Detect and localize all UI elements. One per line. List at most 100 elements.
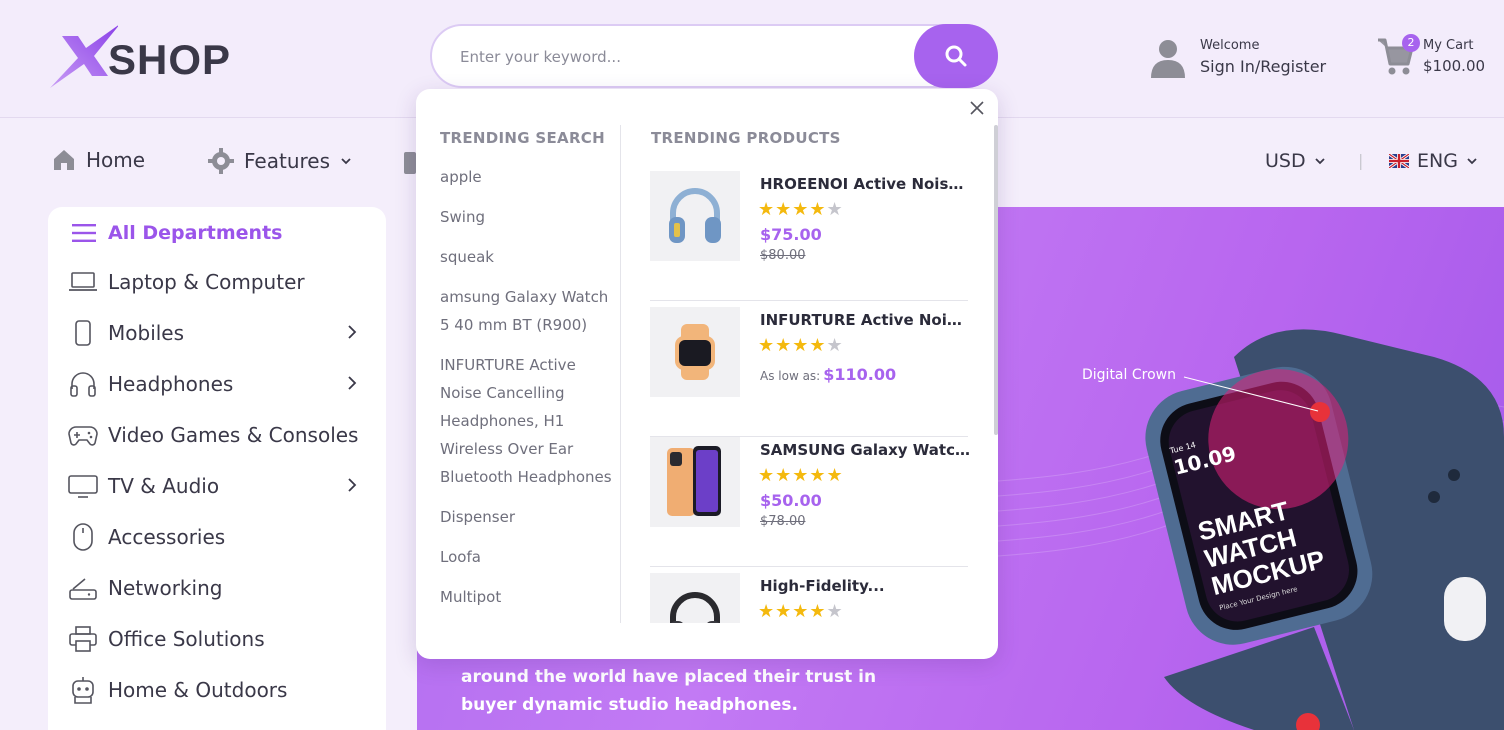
chevron-right-icon bbox=[348, 478, 357, 492]
phone-product-icon bbox=[650, 437, 740, 527]
trending-search-term[interactable]: INFURTURE Active Noise Cancelling Headph… bbox=[440, 351, 622, 491]
user-icon bbox=[1151, 40, 1185, 78]
robot-icon bbox=[68, 675, 98, 705]
trending-search-term[interactable]: Swing bbox=[440, 203, 622, 231]
department-label: Networking bbox=[108, 576, 223, 600]
site-logo[interactable]: SHOP bbox=[48, 22, 238, 92]
trending-search-title: TRENDING SEARCH bbox=[440, 129, 605, 147]
trending-search-list: apple Swing squeak amsung Galaxy Watch 5… bbox=[440, 163, 622, 625]
nav-features-label: Features bbox=[244, 149, 330, 173]
department-label: Video Games & Consoles bbox=[108, 423, 359, 447]
department-label: Headphones bbox=[108, 372, 234, 396]
welcome-text: Welcome bbox=[1200, 38, 1260, 53]
close-icon[interactable] bbox=[966, 97, 988, 119]
trending-search-term[interactable]: amsung Galaxy Watch 5 40 mm BT (R900) bbox=[440, 283, 622, 339]
chevron-down-icon bbox=[1467, 158, 1477, 165]
panel-scrollbar[interactable] bbox=[994, 125, 998, 435]
nav-separator: | bbox=[1358, 151, 1364, 170]
register-link[interactable]: Register bbox=[1260, 57, 1326, 76]
product-price: $75.00 bbox=[760, 225, 822, 244]
headphones-product-icon bbox=[650, 171, 740, 261]
department-item-video-games[interactable]: Video Games & Consoles bbox=[68, 415, 372, 455]
chevron-right-icon bbox=[348, 376, 357, 390]
department-item-home-outdoors[interactable]: Home & Outdoors bbox=[68, 670, 372, 710]
department-item-accessories[interactable]: Accessories bbox=[68, 517, 372, 557]
search-suggestions-panel: TRENDING SEARCH TRENDING PRODUCTS apple … bbox=[416, 89, 998, 659]
department-item-office[interactable]: Office Solutions bbox=[68, 619, 372, 659]
product-item[interactable]: SAMSUNG Galaxy Watch 5 ★★★★★ $50.00 $78.… bbox=[650, 437, 970, 567]
trending-search-term[interactable]: Loofa bbox=[440, 543, 622, 571]
laptop-icon bbox=[68, 267, 98, 297]
department-label: TV & Audio bbox=[108, 474, 220, 498]
printer-icon bbox=[68, 624, 98, 654]
account-link[interactable]: Welcome Sign In/Register bbox=[1150, 36, 1350, 82]
product-name[interactable]: HROEENOI Active Noise Cancelling bbox=[760, 175, 970, 193]
product-rating: ★★★★★ bbox=[758, 199, 844, 220]
department-label: Office Solutions bbox=[108, 627, 265, 651]
search-bar bbox=[430, 24, 998, 88]
column-divider bbox=[620, 125, 621, 623]
nav-features[interactable]: Features bbox=[208, 148, 352, 174]
mouse-icon bbox=[68, 522, 98, 552]
product-name[interactable]: SAMSUNG Galaxy Watch 5 bbox=[760, 441, 970, 459]
logo-text: SHOP bbox=[108, 36, 232, 83]
cart-link[interactable]: 2 My Cart $100.00 bbox=[1376, 34, 1496, 84]
search-icon bbox=[945, 45, 967, 67]
department-label: Accessories bbox=[108, 525, 226, 549]
chevron-down-icon bbox=[1314, 158, 1325, 165]
gamepad-icon bbox=[68, 420, 98, 450]
search-button[interactable] bbox=[914, 24, 998, 88]
nav-tag-icon bbox=[404, 152, 416, 174]
product-name[interactable]: INFURTURE Active Noise Cancelling bbox=[760, 311, 970, 329]
product-as-low-as: As low as: $110.00 bbox=[760, 365, 896, 384]
cart-count-badge: 2 bbox=[1402, 34, 1420, 52]
nav-home[interactable]: Home bbox=[52, 148, 145, 172]
trending-search-term[interactable]: apple bbox=[440, 163, 622, 191]
gear-icon bbox=[208, 148, 234, 174]
mobile-icon bbox=[68, 318, 98, 348]
chevron-down-icon bbox=[341, 158, 351, 165]
department-item-mobiles[interactable]: Mobiles bbox=[68, 313, 372, 353]
product-price: $50.00 bbox=[760, 491, 822, 510]
smartwatch-product-icon bbox=[650, 307, 740, 397]
department-label: Mobiles bbox=[108, 321, 185, 345]
department-item-laptop[interactable]: Laptop & Computer bbox=[68, 262, 372, 302]
search-input[interactable] bbox=[460, 44, 900, 70]
product-item[interactable]: High-Fidelity... ★★★★★ bbox=[650, 573, 968, 623]
product-rating: ★★★★★ bbox=[758, 335, 844, 356]
product-item[interactable]: INFURTURE Active Noise Cancelling ★★★★★ … bbox=[650, 307, 970, 437]
uk-flag-icon bbox=[1389, 154, 1409, 168]
product-old-price: $78.00 bbox=[760, 514, 806, 529]
trending-products-title: TRENDING PRODUCTS bbox=[651, 129, 841, 147]
product-price: $110.00 bbox=[823, 365, 897, 384]
tv-icon bbox=[68, 471, 98, 501]
nav-home-label: Home bbox=[86, 148, 146, 172]
product-rating: ★★★★★ bbox=[758, 465, 844, 486]
product-item[interactable]: HROEENOI Active Noise Cancelling ★★★★★ $… bbox=[650, 171, 970, 301]
currency-selector[interactable]: USD bbox=[1265, 150, 1326, 172]
digital-crown-label: Digital Crown bbox=[1082, 367, 1176, 383]
home-icon bbox=[54, 150, 74, 170]
hamburger-icon bbox=[72, 224, 96, 242]
trending-search-term[interactable]: Dispenser bbox=[440, 503, 622, 531]
department-item-tv-audio[interactable]: TV & Audio bbox=[68, 466, 372, 506]
cart-label: My Cart bbox=[1423, 38, 1474, 53]
department-label: Laptop & Computer bbox=[108, 270, 305, 294]
all-departments-toggle[interactable]: All Departments bbox=[72, 222, 282, 244]
product-name[interactable]: High-Fidelity... bbox=[760, 577, 970, 595]
department-label: Home & Outdoors bbox=[108, 678, 288, 702]
trending-search-term[interactable]: squeak bbox=[440, 243, 622, 271]
departments-menu: All Departments Laptop & Computer Mobile… bbox=[48, 207, 386, 730]
sign-in-link[interactable]: Sign In bbox=[1200, 57, 1255, 76]
as-low-as-label: As low as: bbox=[760, 369, 821, 383]
department-item-headphones[interactable]: Headphones bbox=[68, 364, 372, 404]
trending-products-list: HROEENOI Active Noise Cancelling ★★★★★ $… bbox=[650, 171, 970, 623]
product-old-price: $80.00 bbox=[760, 248, 806, 263]
currency-label: USD bbox=[1265, 150, 1306, 172]
hero-description: around the world have placed their trust… bbox=[461, 667, 877, 715]
language-label: ENG bbox=[1417, 150, 1458, 172]
trending-search-term[interactable]: Multipot bbox=[440, 583, 622, 611]
department-item-networking[interactable]: Networking bbox=[68, 568, 372, 608]
studio-headphones-product-icon bbox=[650, 573, 740, 623]
language-selector[interactable]: ENG bbox=[1389, 150, 1478, 172]
